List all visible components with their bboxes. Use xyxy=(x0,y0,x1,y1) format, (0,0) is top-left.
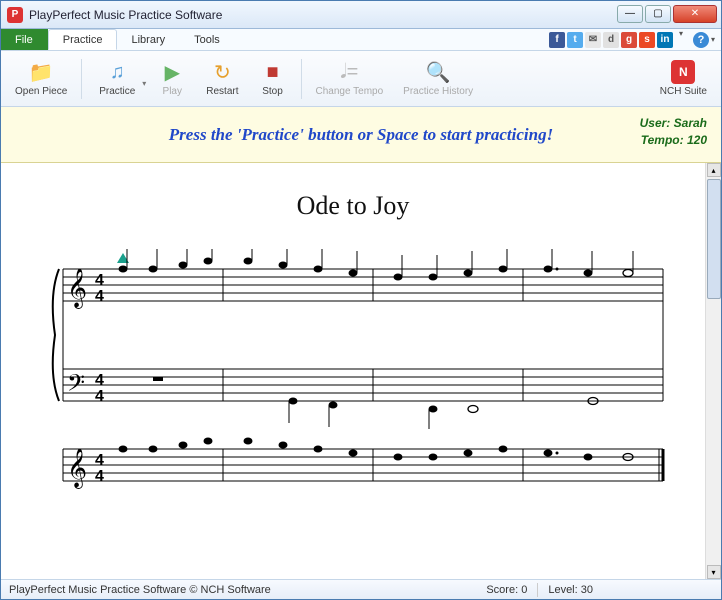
restart-icon: ↻ xyxy=(214,60,231,84)
stumble-icon[interactable]: s xyxy=(639,32,655,48)
open-piece-button[interactable]: 📁 Open Piece xyxy=(5,53,77,105)
score-viewport: Ode to Joy xyxy=(1,163,721,579)
play-button[interactable]: ▶ Play xyxy=(148,53,196,105)
menubar: File Practice Library Tools ft✉dgsin ▾ ?… xyxy=(1,29,721,51)
user-label: User: xyxy=(640,116,671,130)
google-icon[interactable]: g xyxy=(621,32,637,48)
play-icon: ▶ xyxy=(165,60,180,84)
user-value: Sarah xyxy=(674,116,707,130)
svg-text:4: 4 xyxy=(95,372,104,389)
music-staff-system-1: 𝄞 𝄢 4 4 4 4 xyxy=(33,249,673,429)
menu-practice[interactable]: Practice xyxy=(48,29,118,50)
facebook-icon[interactable]: f xyxy=(549,32,565,48)
svg-text:4: 4 xyxy=(95,468,104,485)
titlebar: P PlayPerfect Music Practice Software — … xyxy=(1,1,721,29)
svg-text:𝄞: 𝄞 xyxy=(67,449,87,489)
practice-dropdown-icon[interactable]: ▾ xyxy=(142,79,146,88)
social-icons: ft✉dgsin xyxy=(549,29,679,50)
music-staff-system-2: 𝄞 4 4 xyxy=(33,429,673,499)
time-sig-bot: 4 xyxy=(95,288,104,305)
email-icon[interactable]: ✉ xyxy=(585,32,601,48)
time-sig-top: 4 xyxy=(95,272,104,289)
tempo-value: 120 xyxy=(687,133,707,147)
open-piece-label: Open Piece xyxy=(15,86,67,97)
twitter-icon[interactable]: t xyxy=(567,32,583,48)
app-window: P PlayPerfect Music Practice Software — … xyxy=(0,0,722,600)
app-icon: P xyxy=(7,7,23,23)
scroll-thumb[interactable] xyxy=(707,179,721,299)
nch-suite-label: NCH Suite xyxy=(660,86,707,97)
help-icon: ? xyxy=(693,32,709,48)
menu-file[interactable]: File xyxy=(1,29,48,50)
practice-button[interactable]: ♫ Practice ▾ xyxy=(86,53,148,105)
menu-tools[interactable]: Tools xyxy=(180,29,235,50)
song-title: Ode to Joy xyxy=(21,191,685,221)
score-area[interactable]: Ode to Joy xyxy=(1,163,705,579)
vertical-scrollbar[interactable]: ▴ ▾ xyxy=(705,163,721,579)
practice-history-label: Practice History xyxy=(403,86,473,97)
stop-label: Stop xyxy=(262,86,283,97)
banner-message: Press the 'Practice' button or Space to … xyxy=(15,125,707,145)
toolbar: 📁 Open Piece ♫ Practice ▾ ▶ Play ↻ Resta… xyxy=(1,51,721,107)
bass-clef-icon: 𝄢 xyxy=(67,370,85,401)
svg-text:4: 4 xyxy=(95,388,104,405)
help-menu[interactable]: ? ▾ xyxy=(693,29,721,50)
linkedin-icon[interactable]: in xyxy=(657,32,673,48)
stop-icon: ■ xyxy=(266,60,278,84)
window-title: PlayPerfect Music Practice Software xyxy=(29,8,617,22)
digg-icon[interactable]: d xyxy=(603,32,619,48)
folder-music-icon: 📁 xyxy=(29,60,54,84)
window-controls: — ▢ ✕ xyxy=(617,5,717,25)
treble-clef-icon: 𝄞 xyxy=(67,269,87,309)
status-score: Score: 0 xyxy=(486,584,527,596)
history-icon: 🔍 xyxy=(426,60,451,84)
menu-library[interactable]: Library xyxy=(117,29,180,50)
svg-text:4: 4 xyxy=(95,452,104,469)
banner-info: User: Sarah Tempo: 120 xyxy=(640,115,707,149)
stop-button[interactable]: ■ Stop xyxy=(249,53,297,105)
restart-button[interactable]: ↻ Restart xyxy=(196,53,248,105)
change-tempo-button[interactable]: 𝅘𝅥= Change Tempo xyxy=(306,53,394,105)
nch-icon: N xyxy=(671,60,695,84)
tempo-label: Tempo: xyxy=(641,133,684,147)
maximize-button[interactable]: ▢ xyxy=(645,5,671,23)
practice-icon: ♫ xyxy=(110,60,125,84)
status-app: PlayPerfect Music Practice Software © NC… xyxy=(9,584,271,596)
change-tempo-label: Change Tempo xyxy=(316,86,384,97)
instruction-banner: Press the 'Practice' button or Space to … xyxy=(1,107,721,163)
statusbar: PlayPerfect Music Practice Software © NC… xyxy=(1,579,721,599)
practice-label: Practice xyxy=(99,86,135,97)
close-button[interactable]: ✕ xyxy=(673,5,717,23)
scroll-down-button[interactable]: ▾ xyxy=(707,565,721,579)
tempo-icon: 𝅘𝅥= xyxy=(340,60,358,84)
nch-suite-button[interactable]: N NCH Suite xyxy=(650,56,717,101)
restart-label: Restart xyxy=(206,86,238,97)
scroll-up-button[interactable]: ▴ xyxy=(707,163,721,177)
social-dropdown[interactable]: ▾ xyxy=(679,29,689,50)
minimize-button[interactable]: — xyxy=(617,5,643,23)
play-label: Play xyxy=(163,86,182,97)
status-level: Level: 30 xyxy=(548,584,593,596)
practice-history-button[interactable]: 🔍 Practice History xyxy=(393,53,483,105)
